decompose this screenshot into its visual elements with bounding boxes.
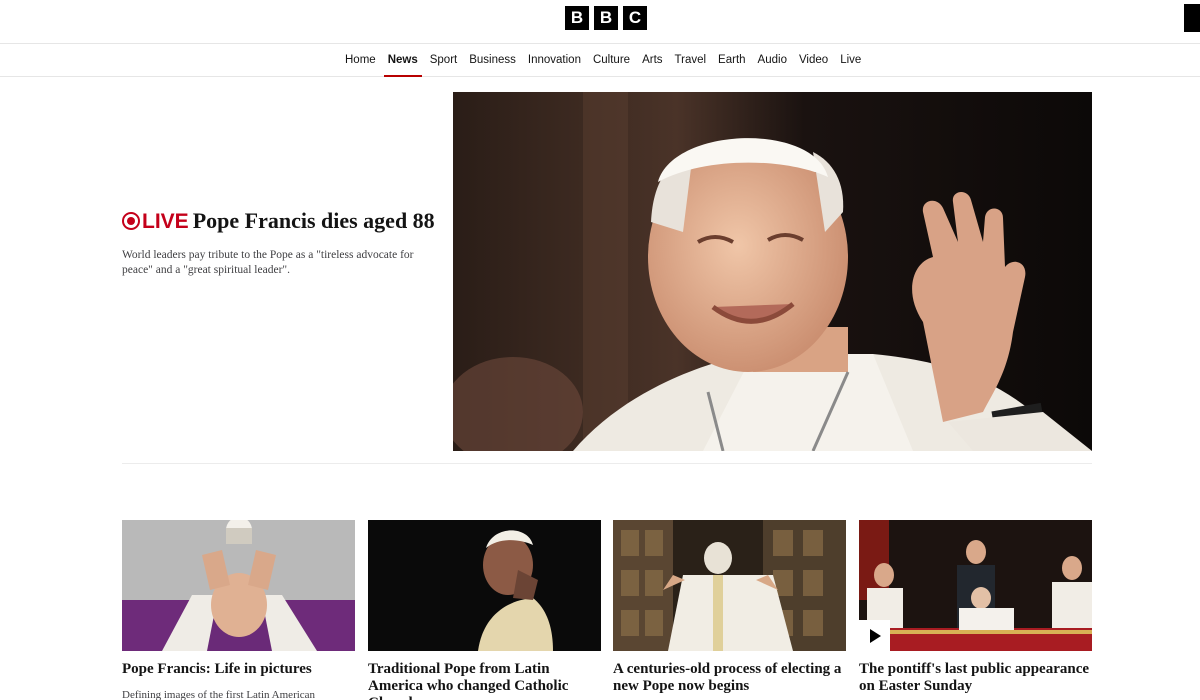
card-image[interactable] [122,520,355,651]
nav-item-culture[interactable]: Culture [587,44,636,77]
nav-item-home[interactable]: Home [339,44,382,77]
live-badge: LIVE [142,210,189,233]
play-video-button[interactable] [859,620,890,651]
card-title[interactable]: A centuries-old process of electing a ne… [613,661,846,695]
nav-item-business[interactable]: Business [463,44,522,77]
pope-holding-host-photo [122,520,355,651]
story-card-life-in-pictures[interactable]: Pope Francis: Life in pictures Defining … [122,520,355,700]
top-bar: B B C [0,0,1200,44]
card-image[interactable] [368,520,601,651]
pope-waving-photo [453,92,1092,451]
nav-item-video[interactable]: Video [793,44,834,77]
story-card-traditional-pope[interactable]: Traditional Pope from Latin America who … [368,520,601,700]
pope-profile-photo [368,520,601,651]
hero-image[interactable] [453,92,1092,451]
nav-item-earth[interactable]: Earth [712,44,752,77]
nav-item-live[interactable]: Live [834,44,867,77]
hero-title-text: Pope Francis dies aged 88 [192,208,435,233]
bbc-logo[interactable]: B B C [565,6,647,30]
account-button[interactable] [1184,4,1200,32]
logo-letter: B [565,6,589,30]
hero-summary: World leaders pay tribute to the Pope as… [122,249,414,276]
live-icon [122,212,140,230]
nav-item-audio[interactable]: Audio [752,44,793,77]
hero-headline[interactable]: LIVE Pope Francis dies aged 88 [122,208,442,234]
card-title[interactable]: Pope Francis: Life in pictures [122,661,355,678]
nav-item-news[interactable]: News [382,44,424,77]
hero-story[interactable]: LIVE Pope Francis dies aged 88 World lead… [122,208,442,278]
logo-letter: B [594,6,618,30]
card-image[interactable] [859,520,1092,651]
easter-balcony-photo [859,520,1092,651]
nav-item-arts[interactable]: Arts [636,44,668,77]
nav-item-sport[interactable]: Sport [424,44,464,77]
pope-at-holy-door-photo [613,520,846,651]
story-card-easter-sunday[interactable]: The pontiff's last public appearance on … [859,520,1092,695]
story-card-electing-new-pope[interactable]: A centuries-old process of electing a ne… [613,520,846,695]
logo-letter: C [623,6,647,30]
nav-item-innovation[interactable]: Innovation [522,44,587,77]
section-divider [122,463,1092,464]
main-nav: Home News Sport Business Innovation Cult… [0,44,1200,77]
nav-item-travel[interactable]: Travel [669,44,713,77]
card-summary: Defining images of the first Latin Ameri… [122,689,316,700]
card-title[interactable]: Traditional Pope from Latin America who … [368,661,601,700]
card-title[interactable]: The pontiff's last public appearance on … [859,661,1092,695]
card-image[interactable] [613,520,846,651]
